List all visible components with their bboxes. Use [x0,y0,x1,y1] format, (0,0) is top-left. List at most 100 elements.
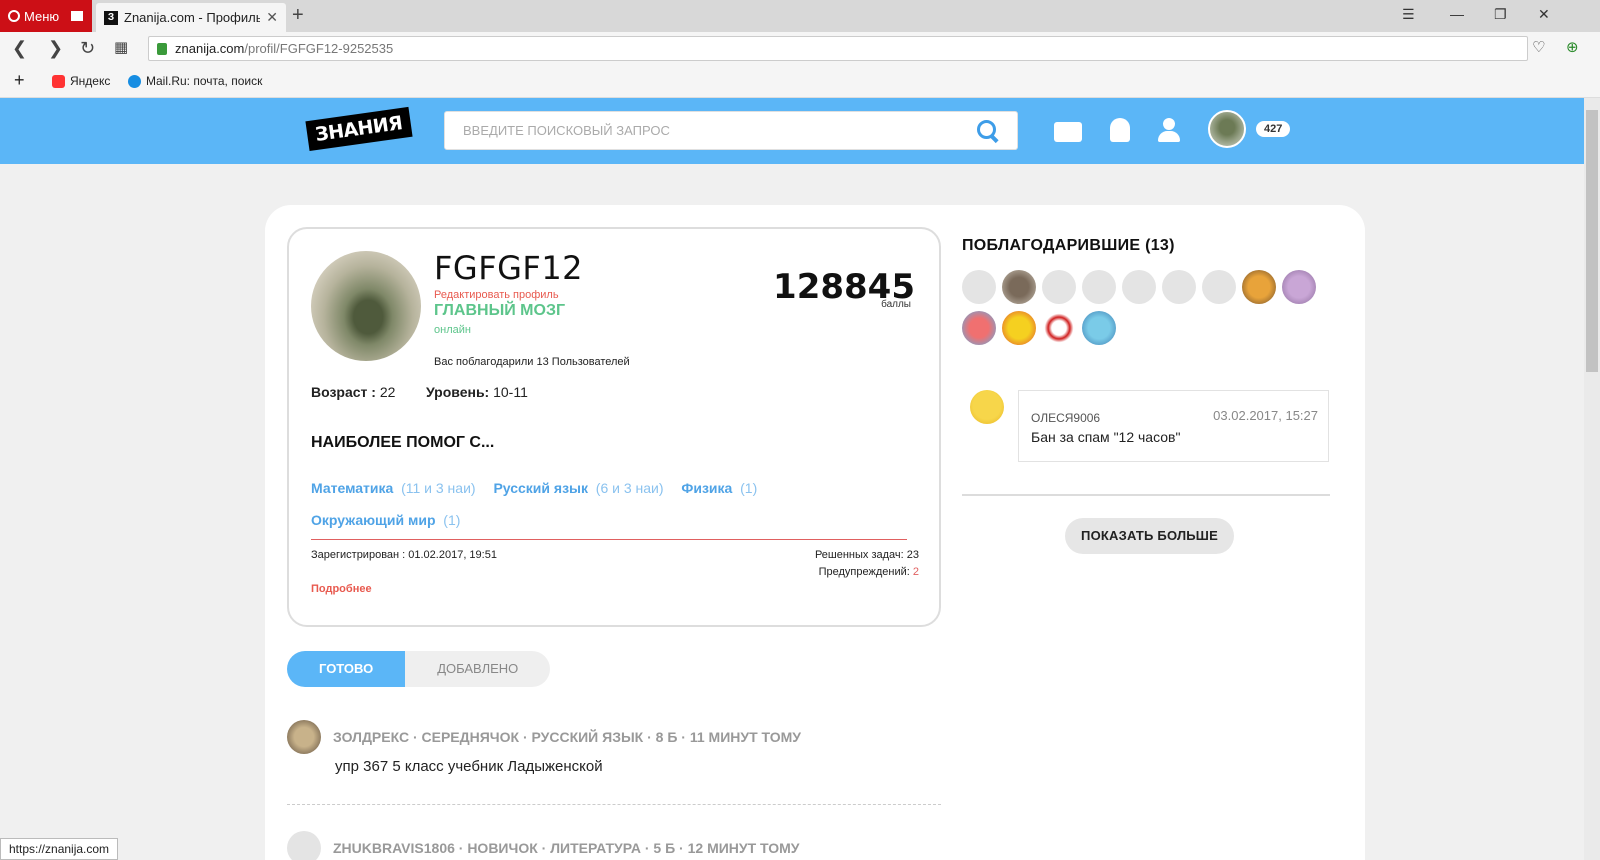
thanker-avatar[interactable] [1002,311,1036,345]
thanker-avatar[interactable] [1242,270,1276,304]
url-field[interactable]: znanija.com/profil/FGFGF12-9252535 [148,36,1528,61]
thanks-title: ПОБЛАГОДАРИВШИЕ (13) [962,237,1175,254]
subject-name: Физика [681,480,733,496]
commenter-avatar[interactable] [970,390,1004,424]
site-header: ЗНАНИЯ 427 [0,98,1584,164]
search-input[interactable] [463,123,977,138]
bookmark-yandex[interactable]: Яндекс [52,74,110,88]
thanker-avatar[interactable] [1042,270,1076,304]
subject-link-math[interactable]: Математика (11 и 3 наи) [311,472,476,504]
add-bookmark-icon[interactable]: + [14,70,25,91]
minimize-button[interactable]: — [1450,6,1464,22]
opera-menu-button[interactable]: Меню [0,0,92,32]
age-label: Возраст : [311,384,376,400]
thanker-avatar[interactable] [1122,270,1156,304]
header-avatar[interactable] [1208,110,1246,148]
mailru-icon [128,74,141,88]
edit-profile-link[interactable]: Редактировать профиль [434,289,559,301]
thanked-count-text: Вас поблагодарили 13 Пользователей [434,356,630,368]
points-badge: 427 [1256,121,1291,137]
back-button[interactable]: ❮ [12,38,27,59]
znanija-logo[interactable]: ЗНАНИЯ [305,106,413,152]
answers-tabs: ГОТОВО ДОБАВЛЕНО [287,651,551,687]
thanker-avatar[interactable] [1162,270,1196,304]
comment-user[interactable]: ОЛЕСЯ9006 [1031,411,1100,425]
heart-icon[interactable]: ♡ [1532,38,1545,56]
more-details-link[interactable]: Подробнее [311,583,372,595]
znanija-favicon-icon: З [104,10,118,25]
thanker-avatar[interactable] [1042,311,1076,345]
opera-logo-icon [8,10,20,22]
search-icon[interactable] [977,119,999,142]
profile-rank: ГЛАВНЫЙ МОЗГ [434,302,566,319]
subject-count: (1) [740,480,758,496]
subject-link-physics[interactable]: Физика (1) [681,472,757,504]
warnings-label: Предупреждений: [818,566,910,578]
thanker-avatar[interactable] [962,270,996,304]
feed-avatar[interactable] [287,831,321,860]
comment-box: ОЛЕСЯ9006 03.02.2017, 15:27 Бан за спам … [1018,390,1329,462]
search-box [444,111,1018,150]
window-close-button[interactable]: ✕ [1538,6,1550,23]
profile-divider [311,539,907,540]
thanker-avatar[interactable] [1202,270,1236,304]
flag-icon[interactable] [71,11,84,21]
subjects-list: Математика (11 и 3 наи) Русский язык (6 … [311,472,911,536]
yandex-icon [52,74,65,88]
page-scrollbar[interactable] [1584,98,1600,860]
subject-name: Математика [311,480,394,496]
browser-tab-bar: Меню З Znanija.com - Профиль пс ✕ + ☰ — … [0,0,1600,32]
points-label: баллы [881,299,911,310]
subject-count: (1) [443,512,461,528]
show-more-button[interactable]: ПОКАЗАТЬ БОЛЬШЕ [1065,518,1234,554]
registered-date: Зарегистрирован : 01.02.2017, 19:51 [311,549,497,561]
warnings-count: Предупреждений: 2 [819,566,919,578]
thanker-avatar[interactable] [1002,270,1036,304]
close-tab-icon[interactable]: ✕ [266,9,278,26]
thanker-avatar[interactable] [1082,270,1116,304]
feed-divider [287,804,941,805]
tab-done[interactable]: ГОТОВО [287,651,406,687]
subject-name: Русский язык [493,480,589,496]
thanker-avatar[interactable] [962,311,996,345]
comment-date: 03.02.2017, 15:27 [1213,408,1318,423]
reload-button[interactable]: ↻ [80,38,95,59]
subject-count: (11 и 3 наи) [401,480,476,496]
opera-menu-label: Меню [24,8,60,24]
thanker-avatar[interactable] [1082,311,1116,345]
bookmark-label: Mail.Ru: почта, поиск [146,74,263,88]
feed-meta: ZHUKBRAVIS1806 · НОВИЧОК · ЛИТЕРАТУРА · … [333,840,800,856]
profile-avatar[interactable] [311,251,421,361]
tab-menu-icon[interactable]: ☰ [1402,6,1415,23]
solved-count: Решенных задач: 23 [814,549,919,561]
new-tab-button[interactable]: + [292,4,304,27]
bookmarks-bar: + Яндекс Mail.Ru: почта, поиск [0,64,1600,98]
tab-added[interactable]: ДОБАВЛЕНО [405,651,551,687]
thanker-avatar[interactable] [1282,270,1316,304]
profile-username: FGFGF12 [434,249,584,287]
helped-most-title: НАИБОЛЕЕ ПОМОГ С... [311,434,495,451]
restore-button[interactable]: ❐ [1494,6,1507,23]
bookmark-label: Яндекс [70,74,111,88]
download-icon[interactable]: ⊕ [1566,38,1579,56]
comment-text: Бан за спам "12 часов" [1031,429,1181,445]
level-label: Уровень: [426,384,490,400]
speed-dial-icon[interactable]: ▦ [114,38,128,56]
browser-tab[interactable]: З Znanija.com - Профиль пс ✕ [96,3,286,32]
feed-question-text[interactable]: упр 367 5 класс учебник Ладыженской [335,758,603,775]
comments-divider [962,494,1330,496]
subject-link-world[interactable]: Окружающий мир (1) [311,504,460,536]
forward-button[interactable]: ❯ [48,38,63,59]
subject-count: (6 и 3 наи) [595,480,664,496]
mail-icon[interactable] [1054,122,1082,142]
scrollbar-thumb[interactable] [1586,110,1598,372]
address-bar-row: ❮ ❯ ↻ ▦ znanija.com/profil/FGFGF12-92525… [0,32,1600,64]
bookmark-mailru[interactable]: Mail.Ru: почта, поиск [128,74,262,88]
subject-link-russian[interactable]: Русский язык (6 и 3 наи) [493,472,663,504]
online-status: онлайн [434,324,471,336]
status-url: https://znanija.com [0,838,119,860]
user-icon[interactable] [1157,118,1181,142]
feed-avatar[interactable] [287,720,321,754]
subject-name: Окружающий мир [311,512,436,528]
bell-icon[interactable] [1110,118,1130,142]
